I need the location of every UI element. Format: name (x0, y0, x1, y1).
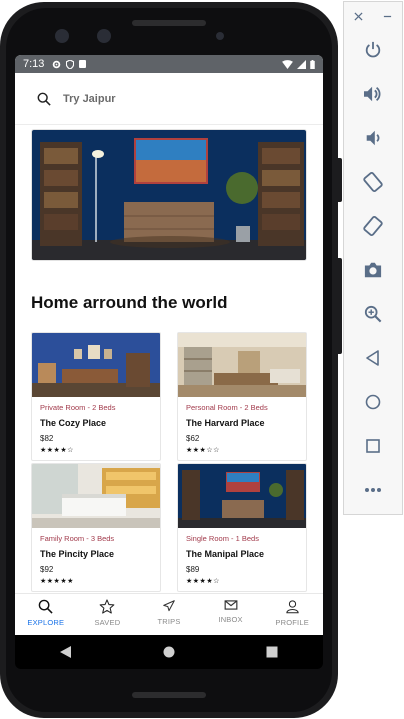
listing-image (178, 333, 306, 397)
front-sensor (55, 29, 69, 43)
emulator-power-button[interactable] (344, 28, 402, 72)
listing-price: $92 (40, 565, 54, 574)
settings-icon (53, 60, 61, 68)
battery-icon (310, 59, 315, 69)
emulator-volume-down-button[interactable] (344, 116, 402, 160)
nav-label: INBOX (218, 615, 243, 624)
zoom-icon (364, 305, 382, 323)
search-icon (39, 599, 53, 614)
listing-rating: ★★★★☆ (40, 447, 74, 454)
emulator-zoom-button[interactable] (344, 292, 402, 336)
listing-image (32, 464, 160, 528)
close-icon[interactable] (354, 12, 363, 21)
proximity-sensor (216, 32, 224, 40)
listing-rating: ★★★★★ (40, 578, 74, 585)
nav-label: SAVED (94, 618, 121, 627)
emulator-window-controls (344, 2, 402, 28)
signal-icon (297, 59, 306, 69)
listing-rating: ★★★☆☆ (186, 447, 220, 454)
mail-icon (224, 600, 237, 610)
nav-inbox[interactable]: INBOX (200, 594, 262, 635)
listing-title: The Manipal Place (186, 549, 265, 559)
shield-icon (66, 59, 75, 69)
listing-title: The Harvard Place (186, 418, 265, 428)
listing-title: The Pincity Place (40, 549, 115, 559)
rotate-left-icon (363, 171, 383, 193)
content-scroll[interactable]: Home arround the world Private Room - 2 … (15, 125, 323, 593)
front-camera (97, 29, 111, 43)
emulator-overview-button[interactable] (344, 424, 402, 468)
listing-title: The Cozy Place (40, 418, 107, 428)
nav-trips[interactable]: TRIPS (138, 594, 200, 635)
more-icon (365, 488, 381, 492)
listing-card[interactable]: Family Room - 3 Beds The Pincity Place $… (31, 463, 161, 592)
search-input[interactable]: Try Jaipur (63, 93, 116, 105)
emulator-more-button[interactable] (344, 468, 402, 512)
listing-price: $82 (40, 434, 54, 443)
emulator-back-button[interactable] (344, 336, 402, 380)
listing-room-type: Personal Room - 2 Beds (186, 403, 268, 412)
bottom-speaker (132, 692, 206, 698)
search-icon (37, 92, 51, 106)
volume-down-icon (366, 130, 380, 146)
phone-volume-key (338, 258, 342, 354)
emulator-home-button[interactable] (344, 380, 402, 424)
nav-saved[interactable]: SAVED (77, 594, 139, 635)
emulator-toolbar (343, 1, 403, 515)
nav-profile[interactable]: PROFILE (261, 594, 323, 635)
nav-label: EXPLORE (27, 618, 65, 627)
wifi-icon (282, 59, 293, 69)
app-screen: 7:13 Try Jaipur Home arround the world P… (15, 55, 323, 635)
section-title: Home arround the world (31, 293, 228, 312)
listing-card[interactable]: Private Room - 2 Beds The Cozy Place $82… (31, 332, 161, 461)
nav-explore[interactable]: EXPLORE (15, 594, 77, 635)
rotate-right-icon (363, 215, 383, 237)
emulator-rotate-left-button[interactable] (344, 160, 402, 204)
listing-card[interactable]: Personal Room - 2 Beds The Harvard Place… (177, 332, 307, 461)
status-time: 7:13 (23, 58, 45, 70)
listing-room-type: Single Room - 1 Beds (186, 534, 259, 543)
back-icon[interactable] (60, 646, 72, 658)
airplane-icon (163, 600, 175, 612)
listing-room-type: Private Room - 2 Beds (40, 403, 116, 412)
status-bar: 7:13 (15, 55, 323, 73)
hero-image (31, 129, 307, 261)
bottom-navigation: EXPLORE SAVED TRIPS INBOX PROFILE (15, 593, 323, 635)
listing-price: $89 (186, 565, 200, 574)
overview-icon[interactable] (266, 646, 278, 658)
volume-up-icon (364, 86, 381, 102)
person-icon (286, 600, 299, 614)
nav-label: PROFILE (275, 618, 309, 627)
search-bar[interactable]: Try Jaipur (15, 73, 323, 125)
back-icon (366, 350, 379, 366)
minimize-icon[interactable] (383, 12, 392, 21)
earpiece-speaker (132, 20, 206, 26)
phone-power-key (338, 158, 342, 202)
listing-price: $62 (186, 434, 200, 443)
star-outline-icon (100, 599, 115, 614)
stage: 7:13 Try Jaipur Home arround the world P… (0, 0, 404, 719)
listing-image (32, 333, 160, 397)
system-navigation-bar (15, 635, 323, 669)
emulator-rotate-right-button[interactable] (344, 204, 402, 248)
overview-icon (366, 439, 380, 453)
home-icon[interactable] (163, 646, 175, 658)
listing-rating: ★★★★☆ (186, 578, 220, 585)
listing-room-type: Family Room - 3 Beds (40, 534, 115, 543)
sd-card-icon (79, 60, 87, 68)
power-icon (365, 41, 381, 58)
emulator-volume-up-button[interactable] (344, 72, 402, 116)
nav-label: TRIPS (157, 617, 181, 626)
home-icon (365, 394, 381, 410)
emulator-screenshot-button[interactable] (344, 248, 402, 292)
listing-card[interactable]: Single Room - 1 Beds The Manipal Place $… (177, 463, 307, 592)
listing-image (178, 464, 306, 528)
camera-icon (364, 262, 382, 278)
